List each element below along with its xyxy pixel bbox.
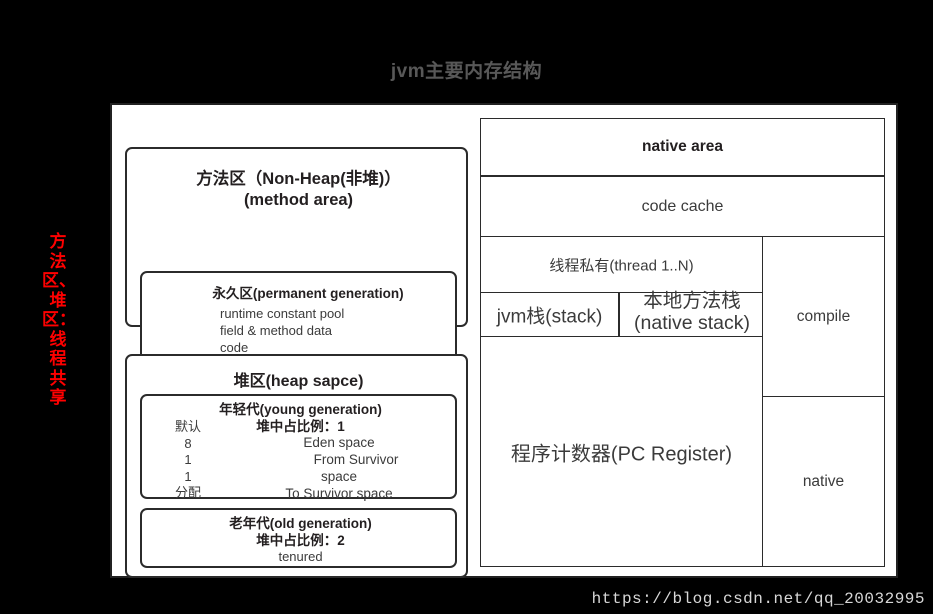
permanent-generation-title: 永久区(permanent generation)	[212, 286, 404, 301]
ratio-item: 1	[184, 468, 192, 484]
heap-space-title: 堆区(heap sapce)	[233, 373, 364, 390]
heap-space-box: 堆区(heap sapce) 年轻代(young generation) 堆中占…	[125, 354, 468, 578]
shared-memory-annotation: 方法区、堆区：线程共享	[42, 232, 76, 407]
thread-private-box: 线程私有(thread 1..N)	[480, 236, 763, 293]
old-generation-ratio-label: 堆中占比例：2	[256, 532, 345, 548]
list-item: field & method data	[220, 323, 333, 338]
permanent-generation-items: runtime constant pool field & method dat…	[220, 305, 450, 356]
native-area-box: native area	[480, 118, 885, 176]
young-generation-ratio-column: 默认 8 1 1 分配	[160, 419, 216, 502]
permanent-generation-box: 永久区(permanent generation) runtime consta…	[140, 271, 457, 361]
code-cache-label: code cache	[641, 197, 724, 215]
space-item: Eden space	[303, 435, 375, 450]
code-cache-box: code cache	[480, 176, 885, 237]
jvm-memory-diagram-frame: 方法区（Non-Heap(非堆)） (method area) 永久区(perm…	[110, 103, 898, 578]
ratio-item: 默认	[174, 419, 201, 434]
native-stack-label: 本地方法栈 (native stack)	[618, 290, 766, 334]
young-generation-spaces: Eden space From Survivor space To Surviv…	[234, 434, 444, 502]
ratio-item: 分配	[174, 485, 201, 500]
pc-register-label: 程序计数器(PC Register)	[510, 443, 733, 465]
native-box: native	[762, 396, 885, 567]
young-generation-box: 年轻代(young generation) 堆中占比例：1 默认 8 1 1 分…	[140, 394, 457, 502]
space-item: From Survivor	[313, 452, 399, 467]
space-item: To Survivor space	[285, 486, 393, 501]
page-title: jvm主要内存结构	[390, 61, 543, 82]
list-item: runtime constant pool	[220, 306, 345, 321]
method-area-title: 方法区（Non-Heap(非堆)） (method area)	[127, 169, 470, 211]
old-generation-body: tenured	[278, 549, 323, 564]
method-area-title-line1: 方法区（Non-Heap(非堆)）	[196, 170, 401, 188]
space-item: space	[320, 469, 358, 484]
native-label: native	[802, 472, 845, 490]
compile-label: compile	[796, 307, 851, 325]
native-stack-label-line1: 本地方法栈	[643, 290, 741, 312]
pc-register-box: 程序计数器(PC Register)	[480, 336, 763, 567]
jvm-stack-label: jvm栈(stack)	[496, 306, 603, 327]
old-generation-title-text: 老年代(old generation)	[229, 516, 372, 531]
old-generation-box: 老年代(old generation) 堆中占比例：2 tenured	[140, 508, 457, 568]
old-generation-title: 老年代(old generation) 堆中占比例：2	[142, 516, 459, 549]
native-stack-box: 本地方法栈 (native stack)	[618, 290, 766, 337]
method-area-box: 方法区（Non-Heap(非堆)） (method area) 永久区(perm…	[125, 147, 470, 361]
thread-private-label: 线程私有(thread 1..N)	[549, 257, 694, 274]
compile-box: compile	[762, 236, 885, 397]
watermark-url: https://blog.csdn.net/qq_20032995	[591, 590, 925, 608]
ratio-item: 1	[184, 452, 192, 467]
jvm-stack-box: jvm栈(stack)	[480, 292, 619, 337]
ratio-item: 8	[184, 435, 192, 451]
native-area-label: native area	[642, 138, 723, 155]
method-area-title-line2: (method area)	[243, 191, 354, 209]
young-generation-title-text: 年轻代(young generation)	[219, 402, 382, 417]
native-stack-label-line2: (native stack)	[634, 312, 750, 334]
